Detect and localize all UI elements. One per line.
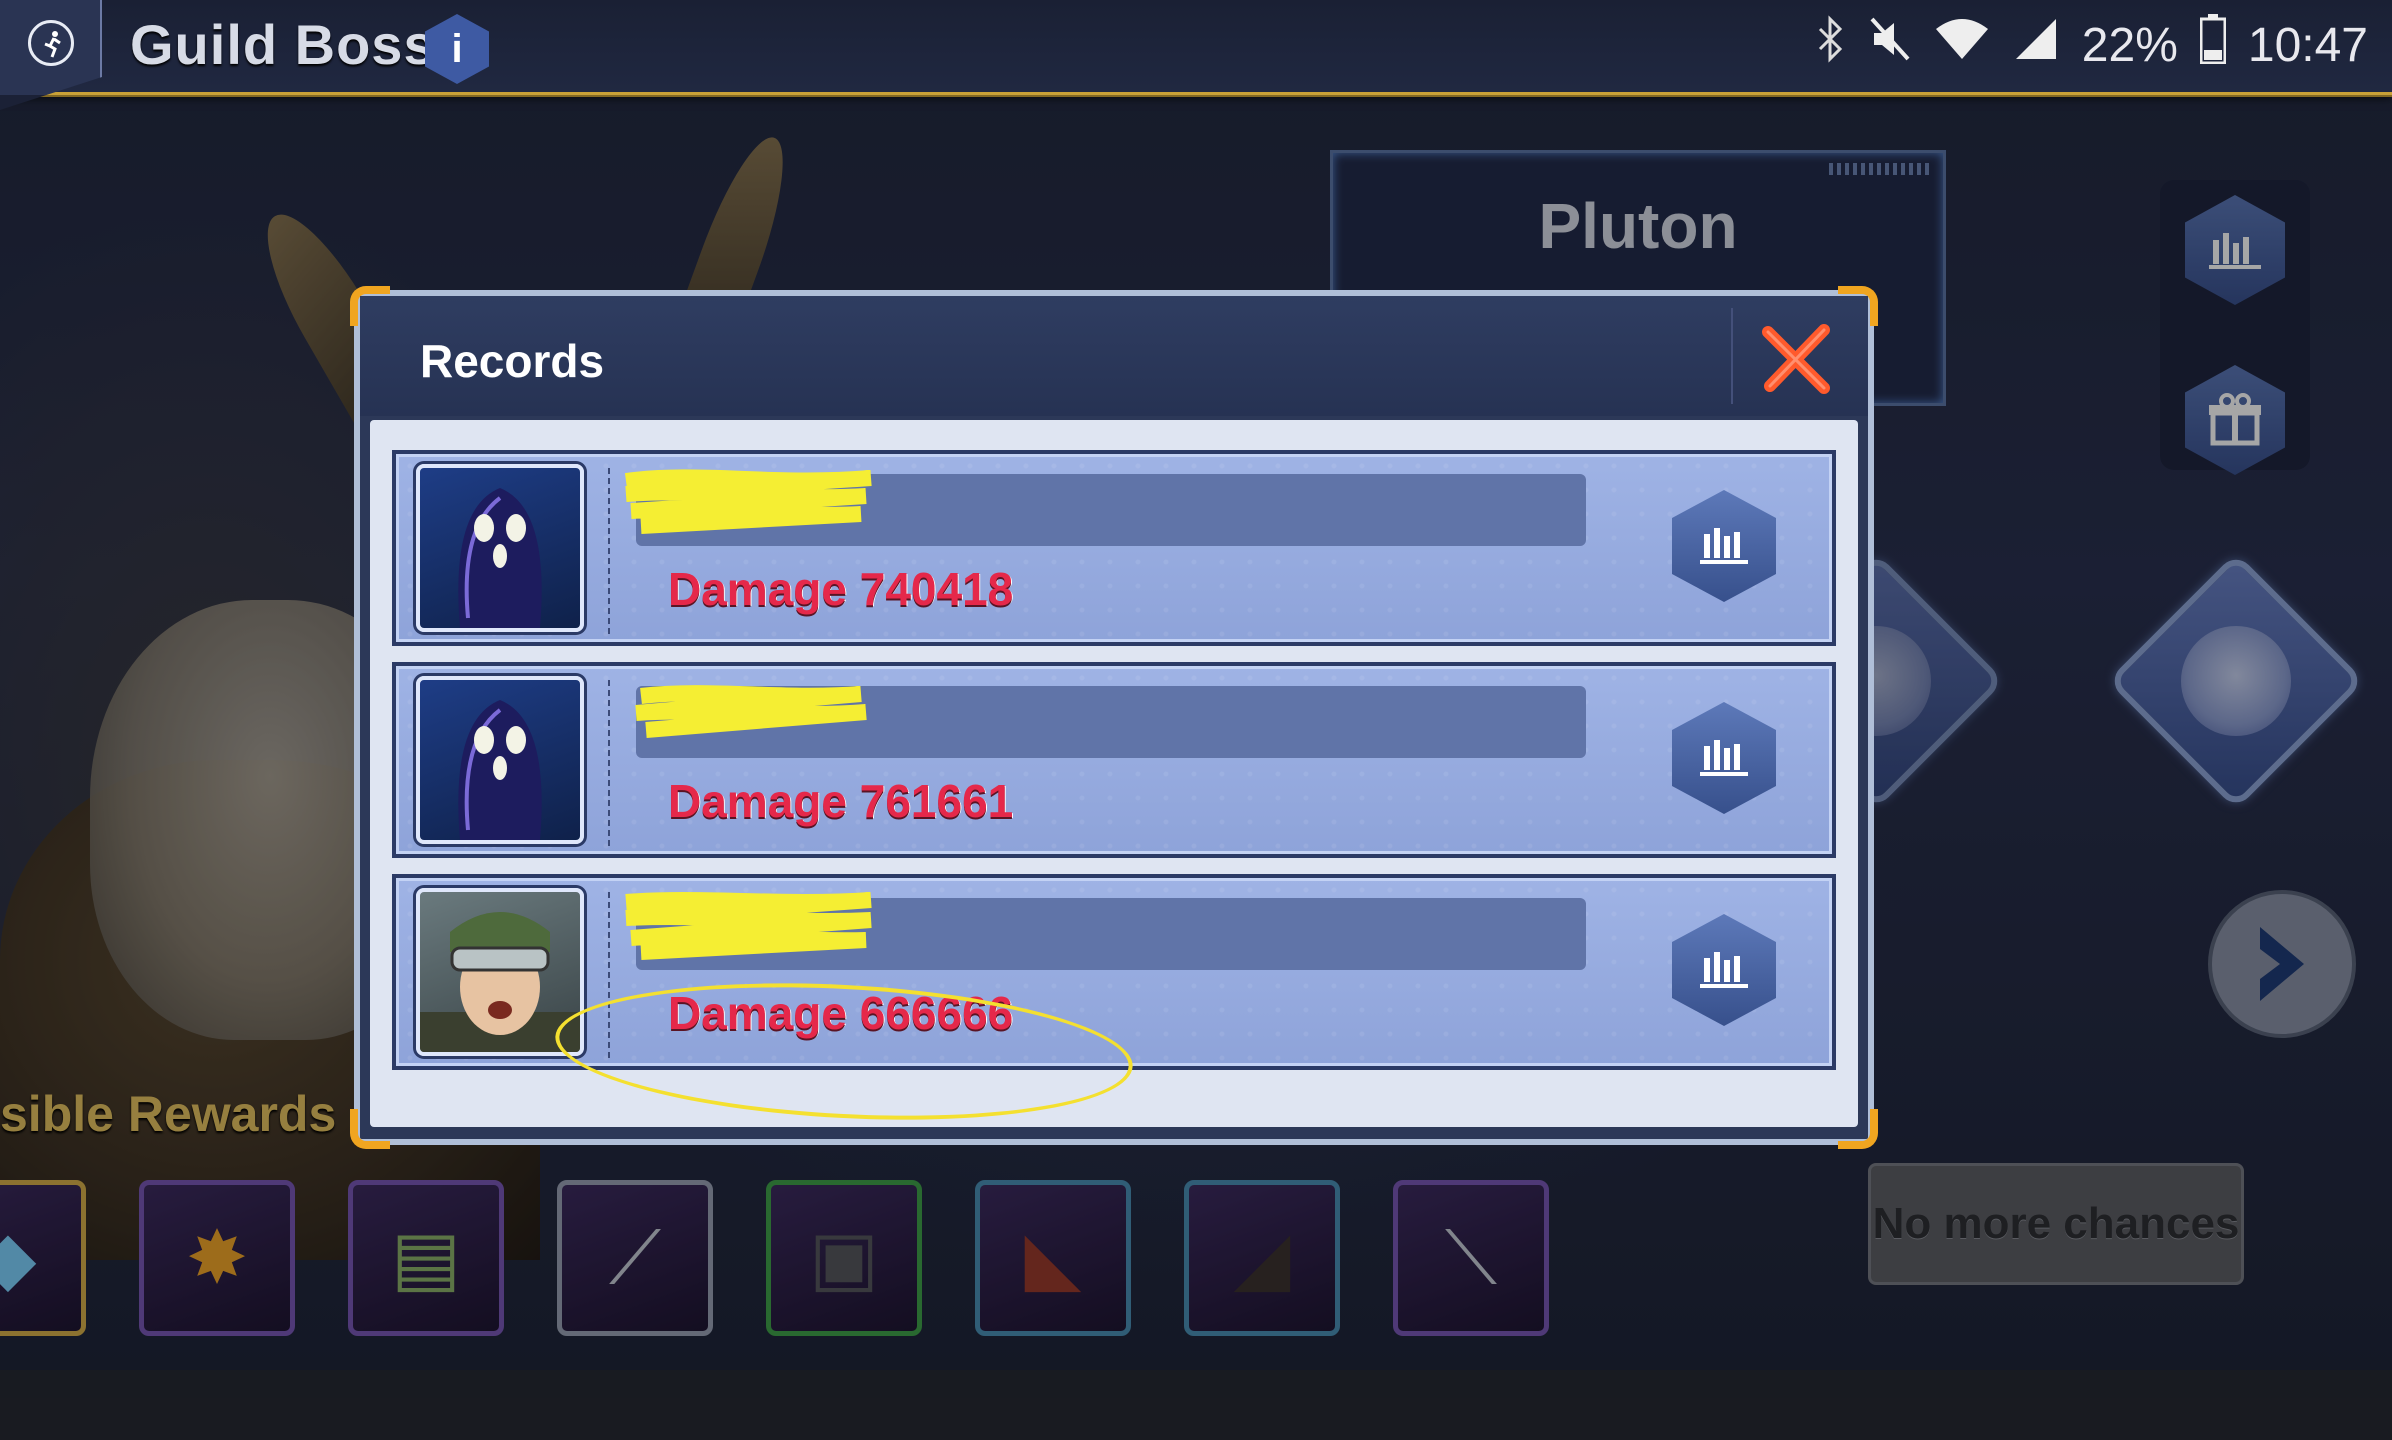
- damage-value: Damage 740418: [668, 563, 1014, 615]
- alien-avatar: [416, 464, 584, 632]
- battery-percent: 22%: [2081, 18, 2178, 72]
- exit-run-icon: [28, 20, 74, 66]
- redacted-name-scribble: [624, 469, 872, 534]
- status-bar: 22% 10:47: [1816, 14, 2368, 76]
- chart-icon: [1700, 740, 1748, 776]
- back-button[interactable]: [0, 0, 102, 110]
- modal-header: Records: [360, 296, 1868, 416]
- redacted-name-scribble: [635, 685, 867, 738]
- chart-icon: [1700, 528, 1748, 564]
- battery-icon: [2199, 14, 2227, 76]
- row-divider: [608, 468, 610, 634]
- redacted-name-scribble: [625, 892, 872, 960]
- row-divider: [608, 680, 610, 846]
- mute-icon: [1868, 15, 1912, 75]
- wifi-icon: [1934, 15, 1990, 75]
- bluetooth-icon: [1816, 15, 1846, 75]
- record-row: Damage 761661: [392, 662, 1836, 858]
- chart-icon: [1700, 952, 1748, 988]
- close-button[interactable]: [1758, 318, 1838, 398]
- signal-icon: [2012, 15, 2060, 75]
- top-bar: Guild Boss i 22% 10:47: [0, 0, 2392, 110]
- alien-avatar: [416, 676, 584, 844]
- page-title: Guild Boss: [130, 13, 436, 76]
- damage-value: Damage 761661: [668, 775, 1014, 827]
- clock: 10:47: [2247, 18, 2368, 72]
- close-icon: [1762, 324, 1830, 394]
- modal-title: Records: [420, 335, 605, 387]
- record-row: Damage 740418: [392, 450, 1836, 646]
- header-divider: [1731, 308, 1733, 404]
